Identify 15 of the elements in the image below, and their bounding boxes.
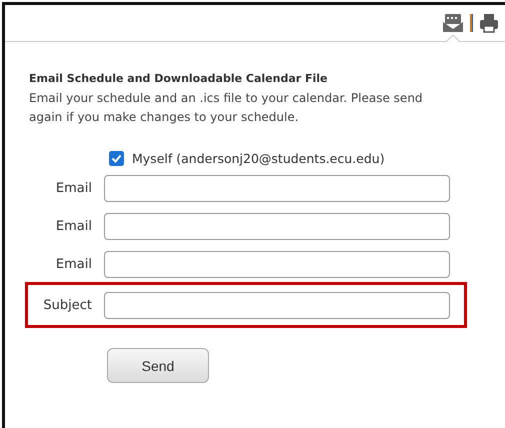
print-icon[interactable] [479, 13, 499, 33]
envelope-calendar-icon[interactable] [442, 13, 464, 33]
checkbox[interactable] [109, 151, 124, 166]
input-field[interactable] [104, 174, 450, 202]
input-field[interactable] [104, 292, 450, 318]
section-title: Email Schedule and Downloadable Calendar File [29, 72, 329, 85]
field-label: Email [54, 256, 93, 272]
input-field[interactable] [104, 250, 450, 278]
checkbox-label: Myself (andersonj20@students.ecu.edu) [132, 151, 385, 166]
field-label: Email [54, 180, 93, 196]
description: Email your schedule and an .ics file to your calendar. Please send again if you make changes to your schedule. [29, 90, 424, 126]
send-button[interactable]: Send [107, 348, 209, 383]
field-label: Subject [42, 298, 93, 312]
field-label: Email [54, 218, 93, 234]
input-field[interactable] [104, 212, 450, 240]
